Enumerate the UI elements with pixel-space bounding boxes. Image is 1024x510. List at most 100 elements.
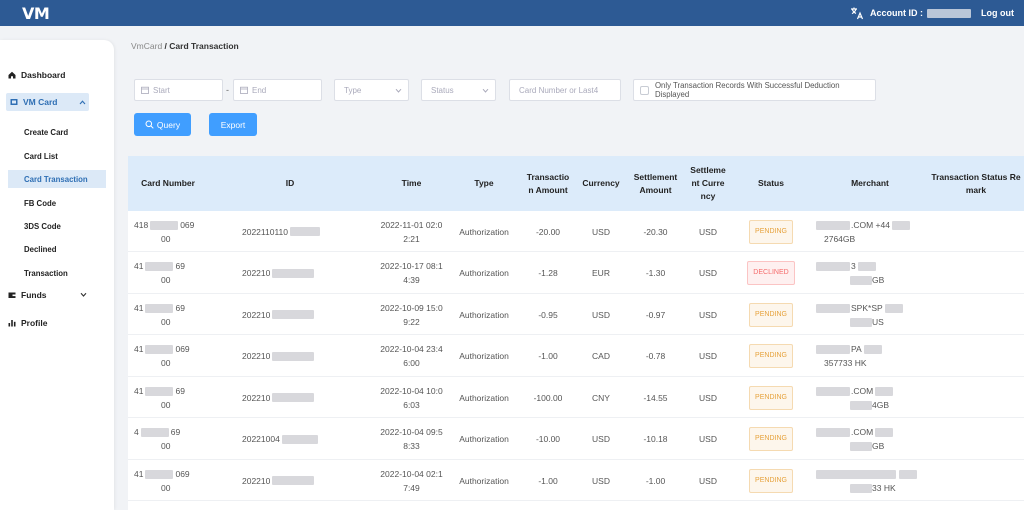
export-label: Export	[220, 119, 246, 130]
sidebar-item-dashboard[interactable]: Dashboard	[8, 70, 65, 80]
breadcrumb-parent[interactable]: VmCard	[131, 41, 162, 51]
cell-id: 202210	[242, 336, 352, 377]
redacted-block	[150, 220, 179, 230]
sidebar-item-label: VM Card	[23, 97, 58, 107]
cell-currency: USD	[592, 434, 610, 444]
redacted-block	[850, 483, 872, 493]
status-badge: PENDING	[749, 219, 793, 244]
redacted-block	[850, 400, 872, 410]
table-header: Card Number ID Time Type Transactio n Am…	[128, 156, 1024, 211]
only-success-checkbox[interactable]: Only Transaction Records With Successful…	[633, 79, 876, 101]
cell-type: Authorization	[459, 268, 509, 278]
cell-card-number: 4 69 00	[134, 427, 181, 451]
translate-icon[interactable]	[850, 6, 864, 20]
export-button[interactable]: Export	[209, 113, 257, 136]
type-select[interactable]: Type	[334, 79, 409, 101]
table-row[interactable]: 41 69 00 202210 2022-10-17 08:1 4:39 Authoriza…	[128, 252, 1024, 294]
cell-time: 2022-10-04 09:5 8:33	[380, 427, 443, 451]
cell-status: PENDING	[741, 336, 801, 377]
sidebar-subitem-declined[interactable]: Declined	[24, 245, 57, 254]
cell-settlement-currency: USD	[699, 351, 717, 361]
redacted-block	[272, 351, 315, 361]
redacted-block	[884, 303, 903, 313]
cell-settlement-currency: USD	[699, 434, 717, 444]
cell-settlement-currency: USD	[699, 226, 717, 237]
calendar-icon	[141, 86, 149, 94]
sidebar-subitem-create-card[interactable]: Create Card	[24, 128, 68, 137]
cell-id: 20221004	[242, 419, 352, 460]
cell-time: 2022-10-04 02:1 7:49	[380, 468, 443, 493]
cell-merchant: 33 HK	[816, 460, 928, 501]
cell-card-number: 41 69 00	[134, 261, 185, 285]
cell-transaction-amount: -100.00	[533, 392, 563, 403]
query-button[interactable]: Query	[134, 113, 191, 136]
col-settlement-amount: Settlement Amount	[633, 171, 678, 195]
table-row[interactable]: 41 69 00 202210 2022-10-09 15:0 9:22 Authoriza…	[128, 294, 1024, 335]
redacted-block	[272, 393, 315, 402]
sidebar-item-funds[interactable]: Funds	[8, 290, 47, 300]
redacted-block	[145, 262, 174, 272]
redacted-block	[272, 310, 315, 319]
query-label: Query	[156, 119, 181, 130]
cell-merchant: .COM 4GB	[816, 377, 928, 418]
chevron-down-icon	[482, 88, 489, 93]
status-badge: DECLINED	[747, 261, 795, 285]
cell-currency: USD	[592, 475, 610, 486]
cell-card-number: 41 69 00	[134, 385, 185, 410]
logo: VM	[22, 4, 50, 23]
sidebar-item-label: Funds	[21, 290, 47, 300]
status-select[interactable]: Status	[421, 79, 496, 101]
cell-card-number: 41 069 00	[134, 344, 190, 368]
cell-currency: CNY	[592, 392, 610, 403]
bar-chart-icon	[8, 320, 16, 327]
cell-card-number: 41 069 00	[134, 468, 190, 493]
start-date-picker[interactable]: Start	[134, 79, 223, 101]
sidebar-item-label: Profile	[21, 318, 48, 328]
col-type: Type	[474, 178, 494, 188]
table-row[interactable]: 4 69 00 20221004 2022-10-04 09:5 8:33 Authoriz…	[128, 418, 1024, 460]
cell-time: 2022-10-17 08:1 4:39	[380, 261, 443, 285]
sidebar-item-vm-card[interactable]: VM Card	[6, 93, 89, 111]
checkbox-box[interactable]	[640, 85, 649, 95]
account-area: Account ID : Log out	[850, 0, 1014, 26]
logout-button[interactable]: Log out	[981, 8, 1014, 18]
table-row[interactable]: 41 69 00 202210 2022-10-04 10:0 6:03 Authoriza…	[128, 377, 1024, 418]
cell-settlement-amount: -0.97	[645, 309, 666, 320]
sidebar-subitem-3ds-code[interactable]: 3DS Code	[24, 222, 61, 231]
table-row[interactable]: 41 069 00 202210 2022-10-04 23:4 6:00 Authoriz…	[128, 335, 1024, 377]
cell-settlement-amount: -0.78	[645, 351, 666, 361]
redacted-block	[863, 345, 882, 355]
table-row[interactable]: 41 069 00 202210 2022-10-04 02:1 7:49 Authoriz…	[128, 460, 1024, 501]
search-icon	[145, 120, 154, 129]
redacted-block	[891, 220, 910, 230]
cell-type: Authorization	[459, 351, 509, 361]
table-row[interactable]: 418 069 00 2022110110 2022-11-01 02:0 2:21 Aut…	[128, 211, 1024, 252]
cell-settlement-amount: -1.30	[645, 268, 666, 278]
cell-merchant: PA 357733 HK	[816, 336, 928, 377]
cell-settlement-currency: USD	[699, 268, 717, 278]
card-number-input[interactable]: Card Number or Last4	[509, 79, 621, 101]
redacted-block	[816, 469, 896, 479]
sidebar-item-profile[interactable]: Profile	[8, 318, 47, 328]
redacted-block	[145, 303, 174, 313]
sidebar-subitem-card-list[interactable]: Card List	[24, 152, 58, 161]
cell-settlement-amount: -1.00	[645, 475, 666, 486]
calendar-icon	[240, 86, 248, 94]
cell-merchant: .COM GB	[816, 419, 928, 460]
redacted-block	[290, 227, 321, 236]
wallet-icon	[8, 292, 16, 298]
only-success-label: Only Transaction Records With Successful…	[654, 81, 840, 99]
redacted-block	[816, 262, 850, 272]
end-date-picker[interactable]: End	[233, 79, 322, 101]
cell-id: 202210	[242, 253, 352, 294]
sidebar-subitem-transaction[interactable]: Transaction	[24, 269, 68, 278]
cell-settlement-currency: USD	[699, 392, 717, 403]
redacted-block	[145, 345, 174, 355]
cell-status: PENDING	[741, 377, 801, 418]
sidebar-subitem-card-transaction[interactable]: Card Transaction	[24, 175, 88, 184]
sidebar-subitem-fb-code[interactable]: FB Code	[24, 199, 56, 208]
cell-status: PENDING	[741, 211, 801, 252]
cell-currency: USD	[592, 226, 610, 237]
status-badge: PENDING	[749, 468, 793, 493]
transaction-table: Card Number ID Time Type Transactio n Am…	[128, 156, 1024, 510]
